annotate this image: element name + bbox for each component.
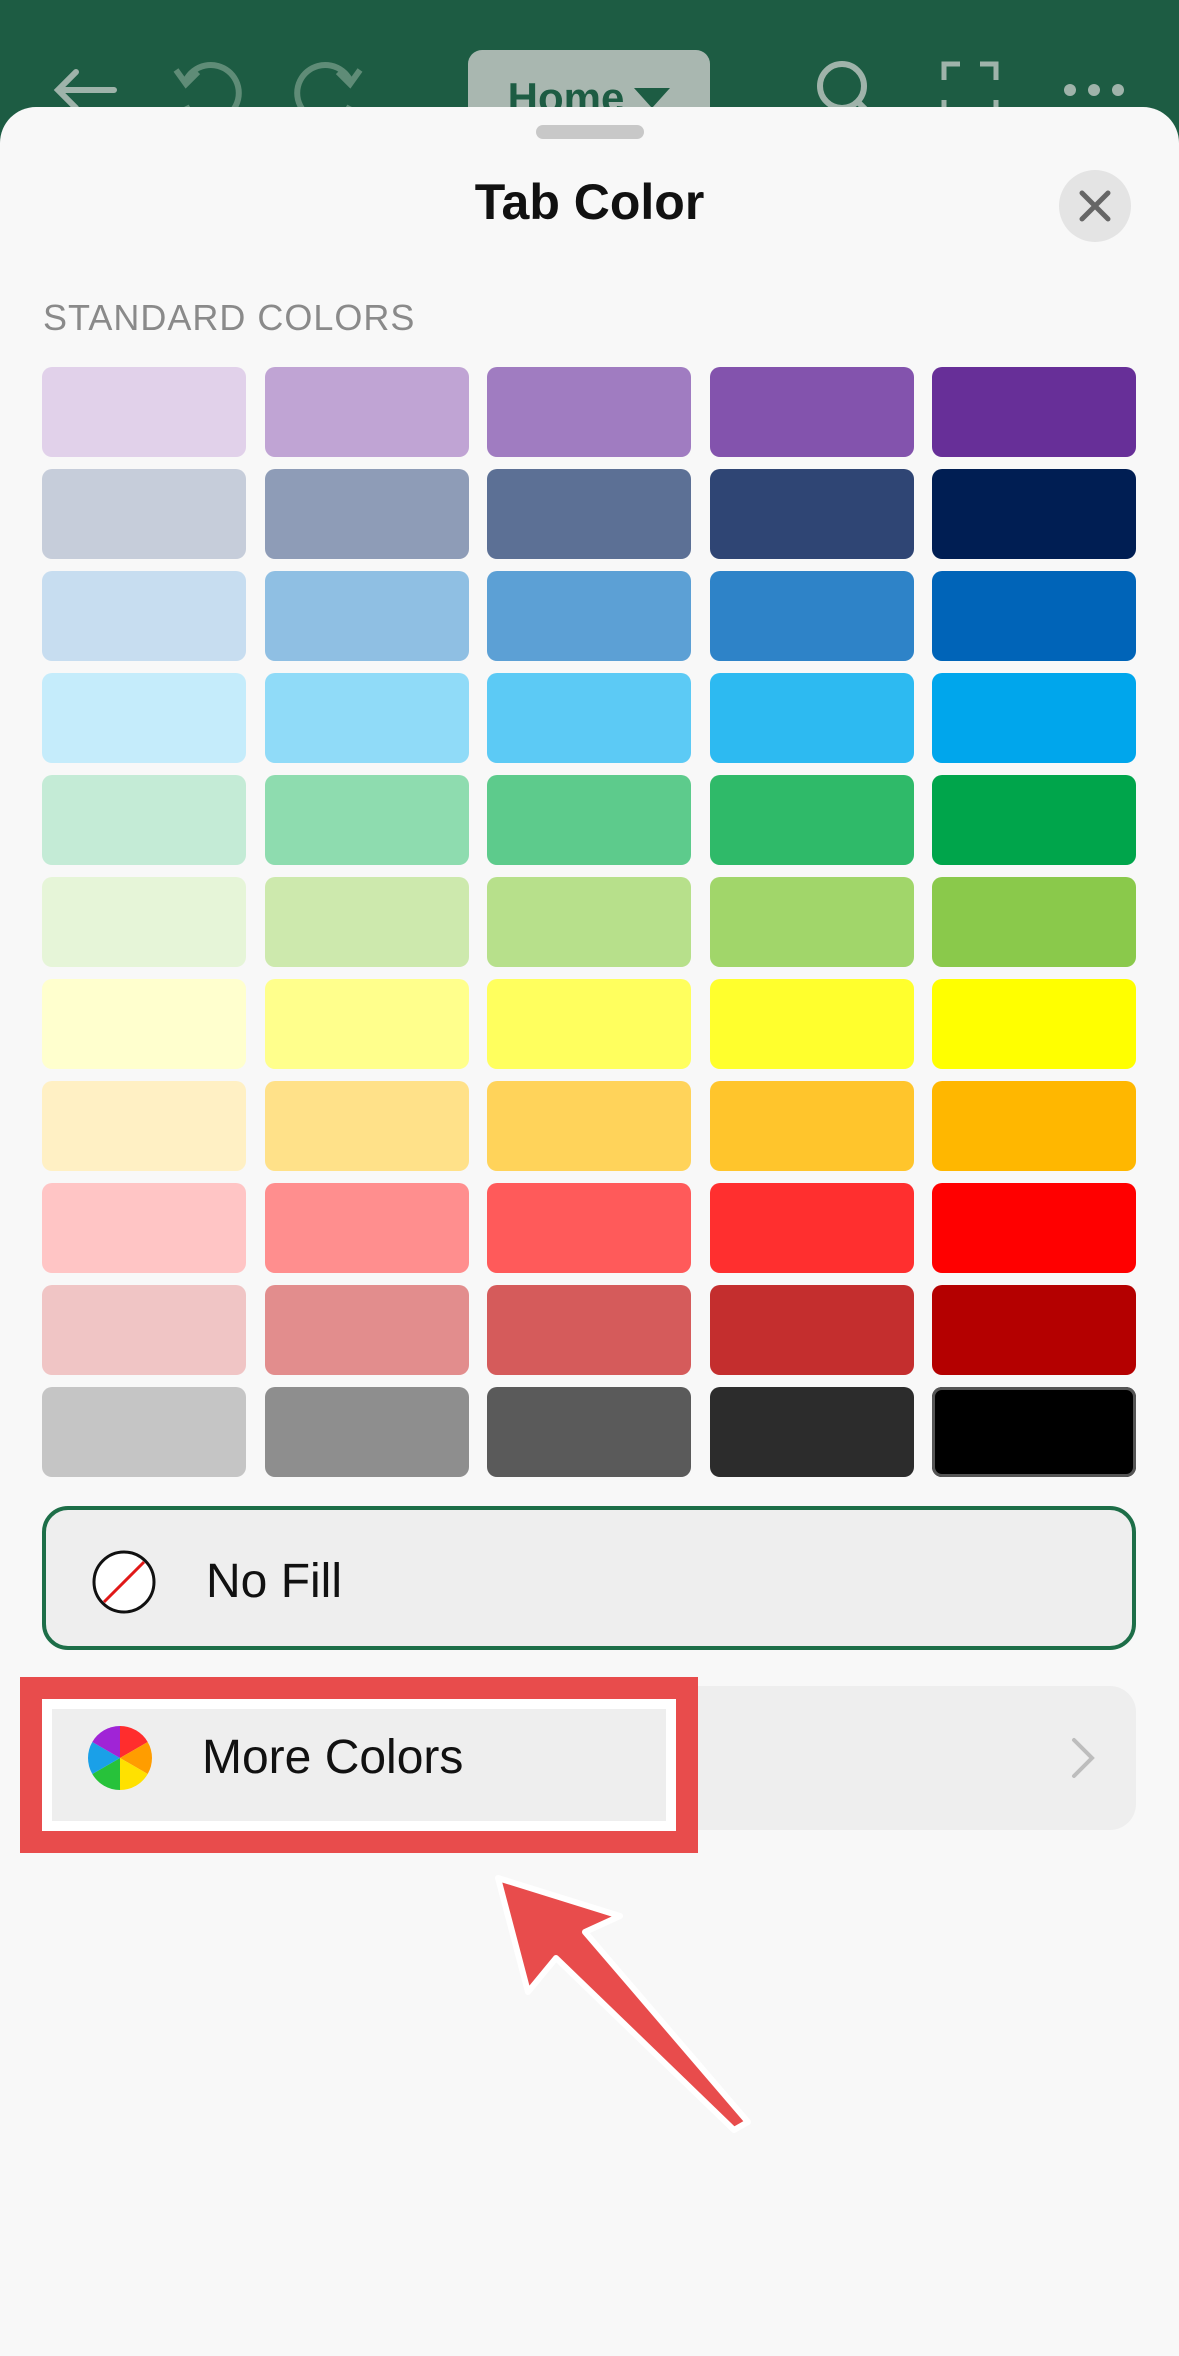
color-swatch[interactable] <box>42 673 246 763</box>
color-swatch[interactable] <box>42 571 246 661</box>
close-button[interactable] <box>1059 170 1131 242</box>
color-swatch[interactable] <box>487 1081 691 1171</box>
color-swatch[interactable] <box>709 469 914 559</box>
color-swatch[interactable] <box>487 1285 691 1375</box>
color-swatch[interactable] <box>264 775 469 865</box>
section-label: STANDARD COLORS <box>43 297 416 338</box>
color-swatch[interactable] <box>487 673 691 763</box>
color-swatch[interactable] <box>487 1387 691 1477</box>
color-swatch[interactable] <box>264 877 469 967</box>
color-swatch[interactable] <box>264 673 469 763</box>
color-swatch[interactable] <box>709 1183 914 1273</box>
color-swatch[interactable] <box>932 469 1136 559</box>
color-swatch[interactable] <box>42 775 246 865</box>
color-swatch[interactable] <box>42 1081 246 1171</box>
annotation-arrow-icon <box>495 1875 751 2133</box>
color-swatch[interactable] <box>709 877 914 967</box>
color-swatch[interactable] <box>264 1183 469 1273</box>
color-swatch-grid <box>42 367 1136 1477</box>
color-swatch[interactable] <box>42 1387 246 1477</box>
annotation-inner-border <box>42 1699 676 1831</box>
color-swatch[interactable] <box>42 367 246 457</box>
color-swatch[interactable] <box>264 1081 469 1171</box>
color-swatch[interactable] <box>709 979 914 1069</box>
color-swatch[interactable] <box>932 877 1136 967</box>
no-fill-button[interactable]: No Fill <box>42 1506 1136 1650</box>
color-swatch[interactable] <box>42 1183 246 1273</box>
color-swatch[interactable] <box>932 979 1136 1069</box>
annotation-highlight-box <box>20 1677 698 1853</box>
color-swatch[interactable] <box>709 1387 914 1477</box>
color-swatch[interactable] <box>709 571 914 661</box>
color-swatch[interactable] <box>42 979 246 1069</box>
chevron-down-icon <box>634 88 671 108</box>
color-swatch[interactable] <box>42 469 246 559</box>
color-swatch[interactable] <box>264 1387 469 1477</box>
color-swatch[interactable] <box>264 571 469 661</box>
color-swatch[interactable] <box>264 367 469 457</box>
chevron-right-icon <box>1072 1738 1095 1778</box>
color-swatch[interactable] <box>487 775 691 865</box>
color-swatch[interactable] <box>932 1285 1136 1375</box>
color-swatch[interactable] <box>932 1183 1136 1273</box>
sheet-grabber[interactable] <box>536 125 644 139</box>
color-swatch[interactable] <box>264 469 469 559</box>
color-swatch[interactable] <box>932 673 1136 763</box>
color-swatch[interactable] <box>487 877 691 967</box>
color-swatch[interactable] <box>709 673 914 763</box>
no-fill-label: No Fill <box>206 1555 343 1608</box>
color-swatch[interactable] <box>487 469 691 559</box>
color-swatch[interactable] <box>932 1081 1136 1171</box>
no-fill-icon <box>90 1548 158 1616</box>
color-swatch[interactable] <box>932 1387 1136 1477</box>
color-swatch[interactable] <box>487 571 691 661</box>
color-swatch[interactable] <box>932 367 1136 457</box>
color-swatch[interactable] <box>487 1183 691 1273</box>
color-swatch[interactable] <box>42 1285 246 1375</box>
color-swatch[interactable] <box>264 979 469 1069</box>
color-swatch[interactable] <box>932 571 1136 661</box>
sheet-title: Tab Color <box>474 174 705 230</box>
color-swatch[interactable] <box>487 367 691 457</box>
close-icon <box>1079 190 1111 222</box>
color-swatch[interactable] <box>264 1285 469 1375</box>
color-swatch[interactable] <box>709 1285 914 1375</box>
color-swatch[interactable] <box>709 367 914 457</box>
color-swatch[interactable] <box>42 877 246 967</box>
color-swatch[interactable] <box>709 775 914 865</box>
color-swatch[interactable] <box>932 775 1136 865</box>
color-swatch[interactable] <box>709 1081 914 1171</box>
color-swatch[interactable] <box>487 979 691 1069</box>
